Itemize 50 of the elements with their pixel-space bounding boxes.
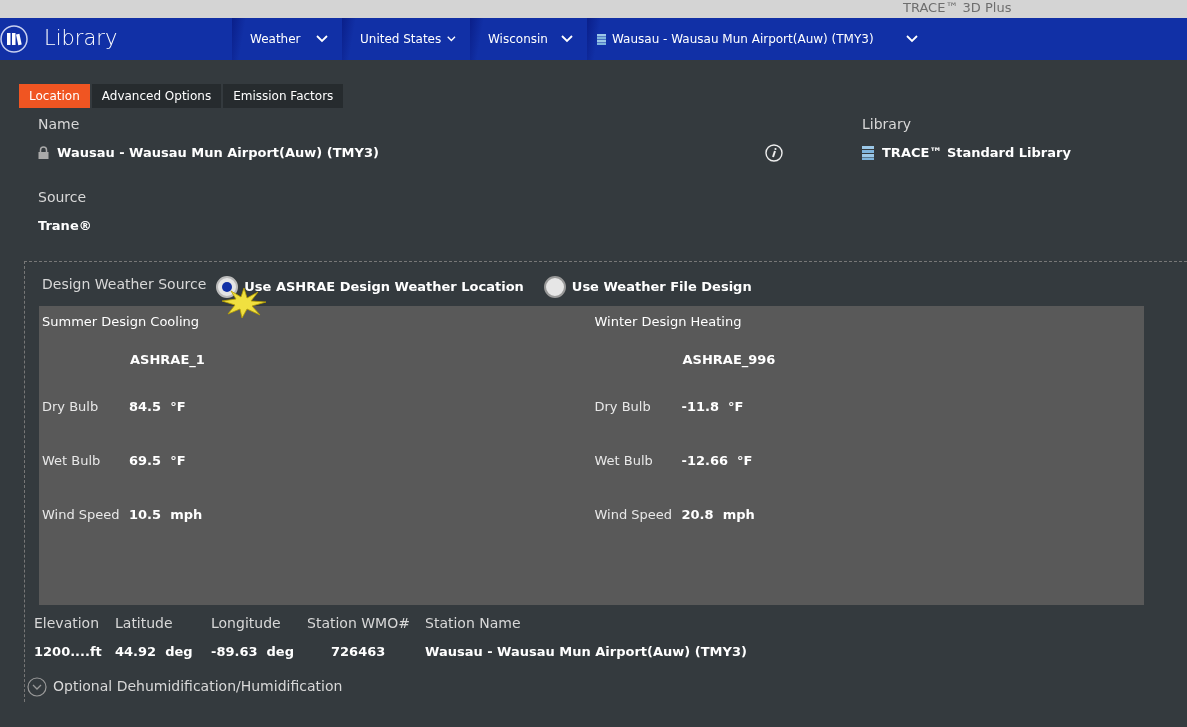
column-label: Longitude: [211, 614, 282, 633]
radio-button[interactable]: [216, 276, 239, 298]
database-icon: [597, 33, 606, 45]
radio-label[interactable]: Use Weather File Design: [571, 277, 752, 297]
chevron-down-icon: [316, 35, 328, 43]
column-value: -89.63 deg: [211, 643, 295, 661]
column-label: Elevation: [34, 614, 101, 633]
field-label: Wind Speed: [594, 505, 674, 524]
books-icon[interactable]: [0, 25, 28, 53]
column-value: 1200....ft: [34, 643, 103, 661]
source-value: Trane®: [38, 216, 93, 235]
field-label: Dry Bulb: [42, 397, 100, 416]
field-value: 10.5 mph: [129, 505, 203, 524]
chevron-down-icon: [561, 35, 573, 43]
field-label: Library: [862, 115, 912, 134]
tab[interactable]: Emission Factors: [223, 84, 344, 108]
field-label: Name: [38, 115, 81, 134]
field-value: 20.8 mph: [681, 505, 755, 524]
expander-toggle[interactable]: Optional Dehumidification/Humidification: [27, 676, 343, 697]
field-value: 84.5 °F: [129, 397, 186, 416]
name-value: Wausau - Wausau Mun Airport(Auw) (TMY3): [57, 144, 380, 162]
field-label: Wet Bulb: [42, 451, 102, 470]
field-value: -12.66 °F: [681, 451, 753, 470]
field-label: Wind Speed: [42, 505, 121, 524]
design-condition: ASHRAE_996: [682, 350, 776, 370]
field-label: Source: [38, 187, 88, 207]
app-title: TRACE™ 3D Plus: [903, 0, 1012, 16]
field-value: 69.5 °F: [129, 451, 186, 470]
chevron-down-icon: [906, 35, 918, 43]
field-label: Design Weather Source: [42, 274, 207, 294]
panel-heading: Winter Design Heating: [594, 313, 743, 331]
field-label: Dry Bulb: [594, 397, 652, 416]
library-value: TRACE™ Standard Library: [882, 144, 1071, 162]
column-value: Wausau - Wausau Mun Airport(Auw) (TMY3): [425, 643, 745, 661]
design-condition: ASHRAE_1: [130, 350, 205, 370]
tab[interactable]: Advanced Options: [91, 84, 222, 108]
column-value: 44.92 deg: [115, 643, 194, 661]
database-icon: [862, 145, 874, 160]
column-label: Station WMO#: [307, 614, 411, 633]
field-label: Wet Bulb: [594, 451, 654, 470]
chevron-down-icon: [447, 35, 456, 43]
info-icon[interactable]: [765, 143, 783, 162]
radio-label[interactable]: Use ASHRAE Design Weather Location: [244, 277, 524, 297]
column-value: 726463: [330, 643, 387, 661]
field-value: -11.8 °F: [681, 397, 744, 416]
panel-heading: Summer Design Cooling: [42, 313, 200, 331]
radio-button[interactable]: [543, 276, 566, 298]
column-label: Latitude: [115, 614, 174, 633]
page-title: Library: [44, 25, 119, 53]
column-label: Station Name: [425, 614, 522, 633]
